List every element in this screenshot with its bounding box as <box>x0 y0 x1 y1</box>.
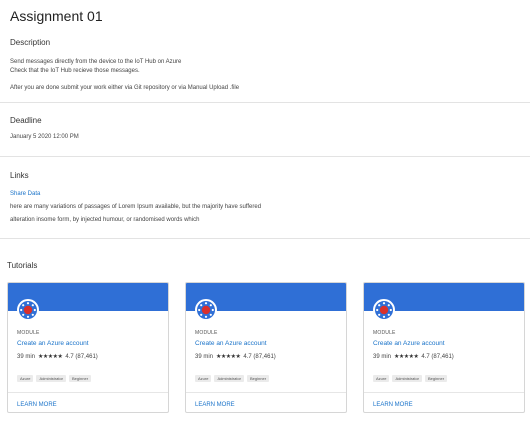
links-text-line-1: here are many variations of passages of … <box>10 204 262 210</box>
links-text-line-2: alteration insome form, by injected humo… <box>10 217 200 223</box>
card-tag: Azure <box>373 375 390 382</box>
links-heading: Links <box>10 171 29 180</box>
tutorial-card[interactable]: MODULE Create an Azure account 39 min ★★★★★… <box>7 282 169 413</box>
card-duration: 39 min <box>373 354 392 360</box>
card-tags: Azure Administrator Beginner <box>195 367 272 385</box>
card-tag: Azure <box>17 375 34 382</box>
learn-more-link[interactable]: LEARN MORE <box>195 402 235 408</box>
divider <box>0 238 530 239</box>
description-line-2: Check that the IoT Hub recieve those mes… <box>10 68 140 74</box>
card-tag: Administrator <box>36 375 67 382</box>
card-tag: Administrator <box>392 375 423 382</box>
divider <box>0 102 530 103</box>
azure-module-icon <box>373 299 395 321</box>
card-meta: 39 min ★★★★★ 4.7 (87,461) <box>195 353 276 360</box>
tutorials-heading: Tutorials <box>7 261 38 270</box>
card-title-link[interactable]: Create an Azure account <box>17 340 89 347</box>
learn-more-link[interactable]: LEARN MORE <box>373 402 413 408</box>
page-title: Assignment 01 <box>10 8 103 24</box>
card-title-link[interactable]: Create an Azure account <box>373 340 445 347</box>
card-divider <box>186 392 346 393</box>
tutorial-card[interactable]: MODULE Create an Azure account 39 min ★★★★★… <box>363 282 525 413</box>
card-meta: 39 min ★★★★★ 4.7 (87,461) <box>373 353 454 360</box>
description-line-1: Send messages directly from the device t… <box>10 59 182 65</box>
learn-more-link[interactable]: LEARN MORE <box>17 402 57 408</box>
azure-module-icon <box>17 299 39 321</box>
card-duration: 39 min <box>17 354 36 360</box>
card-type-label: MODULE <box>373 330 396 336</box>
description-heading: Description <box>10 38 51 47</box>
card-tag: Beginner <box>69 375 92 382</box>
description-line-3: After you are done submit your work eith… <box>10 85 240 91</box>
card-duration: 39 min <box>195 354 214 360</box>
star-rating-icon: ★★★★★ <box>38 354 63 360</box>
card-title-link[interactable]: Create an Azure account <box>195 340 267 347</box>
card-divider <box>364 392 524 393</box>
card-type-label: MODULE <box>17 330 40 336</box>
card-tag: Beginner <box>247 375 270 382</box>
azure-module-icon <box>195 299 217 321</box>
card-rating: 4.7 (87,461) <box>421 354 454 360</box>
deadline-heading: Deadline <box>10 116 42 125</box>
star-rating-icon: ★★★★★ <box>394 354 419 360</box>
tutorial-card[interactable]: MODULE Create an Azure account 39 min ★★★★★… <box>185 282 347 413</box>
deadline-value: January 5 2020 12:00 PM <box>10 134 79 140</box>
card-tags: Azure Administrator Beginner <box>17 367 94 385</box>
divider <box>0 156 530 157</box>
card-meta: 39 min ★★★★★ 4.7 (87,461) <box>17 353 98 360</box>
card-tag: Beginner <box>425 375 448 382</box>
card-tags: Azure Administrator Beginner <box>373 367 450 385</box>
card-tag: Azure <box>195 375 212 382</box>
card-type-label: MODULE <box>195 330 218 336</box>
card-tag: Administrator <box>214 375 245 382</box>
share-data-link[interactable]: Share Data <box>10 190 40 198</box>
star-rating-icon: ★★★★★ <box>216 354 241 360</box>
card-rating: 4.7 (87,461) <box>65 354 98 360</box>
card-rating: 4.7 (87,461) <box>243 354 276 360</box>
card-divider <box>8 392 168 393</box>
